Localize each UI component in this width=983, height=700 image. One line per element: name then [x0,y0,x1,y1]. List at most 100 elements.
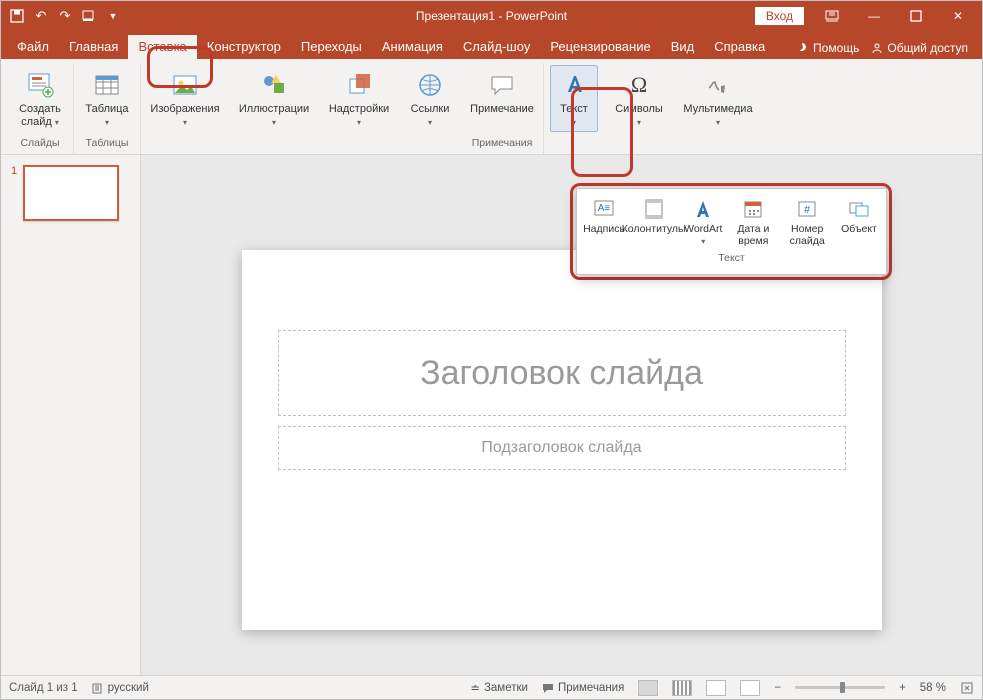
tab-view[interactable]: Вид [661,35,705,59]
links-icon [414,69,446,101]
normal-view-icon[interactable] [638,680,658,696]
chevron-down-icon: ▾ [716,118,720,127]
group-comments: Примечание Примечания [461,63,544,154]
textbox-button[interactable]: A≡ Надпись [581,193,627,250]
window-buttons: Вход — ✕ [755,5,982,27]
tab-insert[interactable]: Вставка [128,35,196,59]
maximize-icon[interactable] [898,5,934,27]
save-icon[interactable] [9,8,25,24]
group-tables: Таблица▾ Таблицы [74,63,141,154]
undo-icon[interactable]: ↶ [33,8,49,24]
symbols-button[interactable]: Ω Символы▾ [610,65,668,132]
headerfooter-button[interactable]: Колонтитулы [629,193,678,250]
minimize-icon[interactable]: — [856,5,892,27]
subtitle-placeholder[interactable]: Подзаголовок слайда [278,426,846,470]
links-button[interactable]: Ссылки▾ [405,65,455,132]
tab-transitions[interactable]: Переходы [291,35,372,59]
symbols-icon: Ω [623,69,655,101]
textbox-icon: A≡ [591,196,617,222]
chevron-down-icon: ▾ [55,118,59,127]
title-placeholder[interactable]: Заголовок слайда [278,330,846,416]
redo-icon[interactable]: ↷ [57,8,73,24]
comment-icon [486,69,518,101]
sorter-view-icon[interactable] [672,680,692,696]
tell-me-button[interactable]: Помощь [797,41,859,55]
new-slide-button[interactable]: Создать слайд ▾ [13,65,67,132]
slide[interactable]: Заголовок слайда Подзаголовок слайда [242,250,882,630]
wordart-icon [690,196,716,222]
close-icon[interactable]: ✕ [940,5,976,27]
ribbon-tabs: Файл Главная Вставка Конструктор Переход… [1,31,982,59]
tab-slideshow[interactable]: Слайд-шоу [453,35,540,59]
chevron-down-icon: ▾ [357,118,361,127]
addins-icon [343,69,375,101]
slidenumber-button[interactable]: # Номер слайда [780,193,834,250]
object-button[interactable]: Объект [836,193,882,250]
media-button[interactable]: Мультимедиа▾ [680,65,756,132]
group-slides: Создать слайд ▾ Слайды [7,63,74,154]
ribbon-display-options-icon[interactable] [814,5,850,27]
reading-view-icon[interactable] [706,680,726,696]
tab-home[interactable]: Главная [59,35,128,59]
zoom-thumb[interactable] [840,682,845,693]
illustrations-button[interactable]: Иллюстрации▾ [235,65,313,132]
slideshow-view-icon[interactable] [740,680,760,696]
qat-customize-icon[interactable]: ▼ [105,8,121,24]
tab-file[interactable]: Файл [7,35,59,59]
wordart-button[interactable]: WordArt▾ [680,193,726,250]
fit-to-window-icon[interactable] [960,681,974,695]
language-status[interactable]: русский [92,682,149,694]
start-from-beginning-icon[interactable] [81,8,97,24]
zoom-value[interactable]: 58 % [920,682,946,694]
chevron-down-icon: ▾ [183,118,187,127]
tab-review[interactable]: Рецензирование [540,35,660,59]
status-bar: Слайд 1 из 1 русский ≐ Заметки Примечани… [1,675,982,699]
comments-button[interactable]: Примечания [542,682,624,694]
share-button[interactable]: Общий доступ [871,41,968,55]
addins-button[interactable]: Надстройки▾ [325,65,393,132]
datetime-button[interactable]: Дата и время [728,193,778,250]
slide-counter[interactable]: Слайд 1 из 1 [9,682,78,694]
zoom-slider[interactable] [795,686,885,689]
comment-button[interactable]: Примечание [467,65,537,120]
group-label-comments: Примечания [472,135,533,152]
quick-access-toolbar: ↶ ↷ ▼ [1,8,129,24]
tab-help[interactable]: Справка [704,35,775,59]
titlebar: ↶ ↷ ▼ Презентация1 - PowerPoint Вход — ✕ [1,1,982,31]
chevron-down-icon: ▾ [272,118,276,127]
window-title: Презентация1 - PowerPoint [416,9,567,23]
object-icon [846,196,872,222]
thumbnail-pane[interactable]: 1 [1,155,141,675]
slide-thumbnail[interactable] [23,165,119,221]
text-button[interactable]: Текст▾ [550,65,598,132]
tab-design[interactable]: Конструктор [197,35,291,59]
app-window: ↶ ↷ ▼ Презентация1 - PowerPoint Вход — ✕… [0,0,983,700]
login-button[interactable]: Вход [755,7,804,25]
svg-text:#: # [804,204,811,216]
table-button[interactable]: Таблица▾ [80,65,134,132]
thumb-number: 1 [11,165,17,221]
notes-button[interactable]: ≐ Заметки [470,681,528,695]
images-button[interactable]: Изображения▾ [147,65,223,132]
illustrations-icon [258,69,290,101]
zoom-in-icon[interactable]: + [899,682,906,694]
chevron-down-icon: ▾ [701,237,705,246]
svg-text:A≡: A≡ [598,203,611,214]
flyout-group-label: Текст [577,250,886,267]
media-icon [702,69,734,101]
ribbon: Создать слайд ▾ Слайды Таблица▾ Таблицы … [1,59,982,155]
headerfooter-icon [641,196,667,222]
zoom-out-icon[interactable]: − [774,682,781,694]
slidenumber-icon: # [794,196,820,222]
group-images: Изображения▾ [141,63,229,154]
group-text: Текст▾ [544,63,604,154]
tab-animation[interactable]: Анимация [372,35,453,59]
text-icon [558,69,590,101]
text-flyout: A≡ Надпись Колонтитулы WordArt▾ Дата и в… [576,188,887,275]
table-icon [91,69,123,101]
group-illustrations: Иллюстрации▾ [229,63,319,154]
group-symbols: Ω Символы▾ [604,63,674,154]
group-label-tables: Таблицы [86,135,129,152]
group-addins: Надстройки▾ [319,63,399,154]
chevron-down-icon: ▾ [637,118,641,127]
